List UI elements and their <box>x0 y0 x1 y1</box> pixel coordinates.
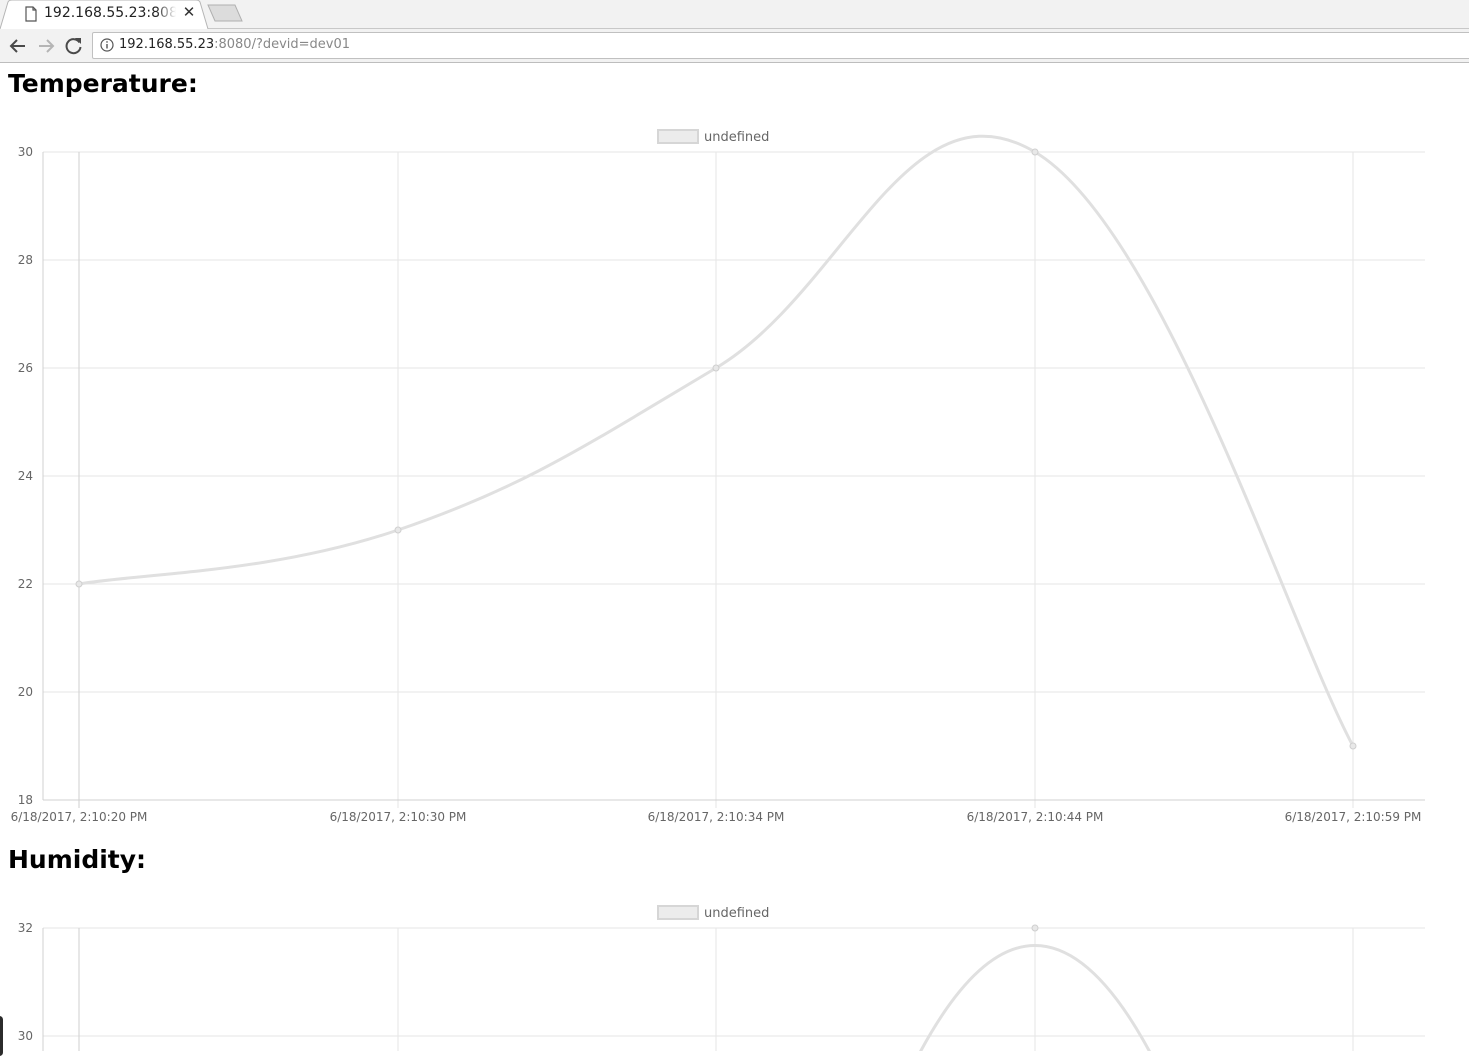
data-point <box>1031 924 1039 932</box>
browser-tab-active[interactable]: 192.168.55.23:8080/?devid=dev01 ✕ <box>0 0 209 30</box>
url-text[interactable]: 192.168.55.23:8080/?devid=dev01 <box>119 37 350 52</box>
y-tick-label: 24 <box>18 469 33 483</box>
page-icon <box>25 6 37 22</box>
y-tick-label: 30 <box>18 145 33 159</box>
y-tick-label: 26 <box>18 361 33 375</box>
y-tick-label: 28 <box>18 253 33 267</box>
new-tab-button[interactable] <box>207 4 245 24</box>
y-tick-label: 22 <box>18 577 33 591</box>
x-tick-label: 6/18/2017, 2:10:44 PM <box>967 810 1104 824</box>
data-point <box>75 580 83 588</box>
tab-title: 192.168.55.23:8080/?devid=dev01 <box>44 5 176 21</box>
x-tick-label: 6/18/2017, 2:10:30 PM <box>330 810 467 824</box>
address-bar[interactable]: 192.168.55.23:8080/?devid=dev01 <box>92 32 1469 59</box>
info-icon[interactable] <box>100 38 114 52</box>
y-tick-label: 18 <box>18 793 33 807</box>
humidity-chart: undefined 30 32 <box>0 899 1469 1051</box>
x-tick-label: 6/18/2017, 2:10:34 PM <box>648 810 785 824</box>
data-point <box>1349 742 1357 750</box>
browser-toolbar: 192.168.55.23:8080/?devid=dev01 <box>0 29 1469 63</box>
temperature-chart-svg: undefined 18 20 22 24 26 28 30 6/18/2017, 2:10:2… <box>11 129 1425 824</box>
x-tick-label: 6/18/2017, 2:10:20 PM <box>11 810 148 824</box>
x-tick-label: 6/18/2017, 2:10:59 PM <box>1285 810 1422 824</box>
url-path: :8080/?devid=dev01 <box>214 37 351 52</box>
legend-label: undefined <box>704 130 769 145</box>
legend-swatch <box>657 905 699 920</box>
forward-arrow-icon[interactable] <box>35 35 57 57</box>
legend-swatch <box>657 129 699 144</box>
humidity-chart-svg: undefined 30 32 <box>18 905 1425 1051</box>
legend-label: undefined <box>704 906 769 921</box>
temperature-chart: undefined 18 20 22 24 26 28 30 6/18/2017, 2:10:2… <box>0 123 1469 833</box>
y-tick-label: 20 <box>18 685 33 699</box>
url-host: 192.168.55.23 <box>119 37 215 52</box>
tab-strip: 192.168.55.23:8080/?devid=dev01 ✕ <box>0 0 1469 30</box>
y-tick-label: 32 <box>18 921 33 935</box>
side-panel-handle[interactable] <box>0 1016 3 1056</box>
data-point <box>394 526 402 534</box>
close-tab-icon[interactable]: ✕ <box>182 3 196 21</box>
reload-icon[interactable] <box>63 35 85 57</box>
back-arrow-icon[interactable] <box>7 35 29 57</box>
temperature-heading: Temperature: <box>8 69 198 98</box>
page-content: Temperature: undefined 18 20 22 24 26 28 30 6/18… <box>0 63 1469 1051</box>
humidity-heading: Humidity: <box>8 845 147 874</box>
data-point <box>1031 148 1039 156</box>
y-tick-label: 30 <box>18 1029 33 1043</box>
data-point <box>712 364 720 372</box>
